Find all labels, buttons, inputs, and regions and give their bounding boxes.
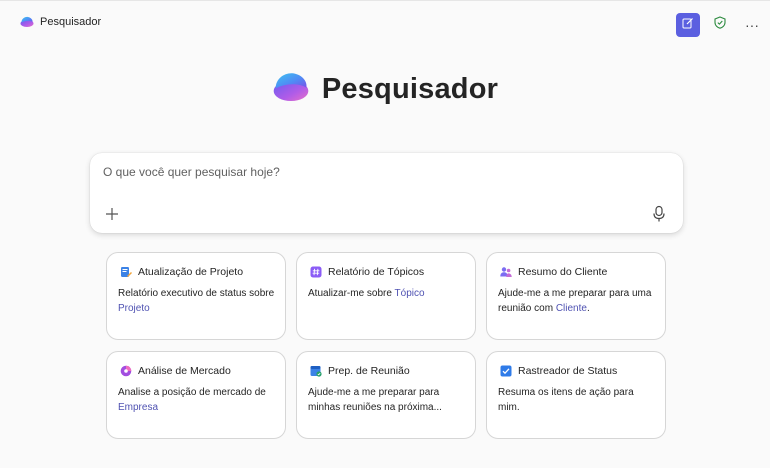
search-box [90, 153, 683, 233]
card-project-update[interactable]: Atualização de Projeto Relatório executi… [106, 252, 286, 340]
card-description: Relatório executivo de status sobre Proj… [118, 288, 275, 314]
card-title: Resumo do Cliente [518, 266, 608, 278]
brand: Pesquisador [20, 16, 101, 28]
card-meeting-prep[interactable]: Prep. de Reunião Ajude-me a me preparar … [296, 351, 476, 439]
app-name: Pesquisador [40, 16, 102, 28]
card-title: Rastreador de Status [518, 365, 618, 377]
top-bar: Pesquisador ··· [0, 1, 770, 47]
people-icon [500, 266, 512, 278]
more-options-button[interactable]: ··· [740, 13, 764, 37]
card-description: Resuma os itens de ação para mim. [498, 387, 634, 413]
new-chat-button[interactable] [676, 13, 700, 37]
plus-icon [104, 208, 120, 226]
placeholder-link: Empresa [118, 402, 159, 413]
search-input[interactable] [103, 165, 663, 179]
checkbox-icon [500, 365, 512, 377]
document-edit-icon [120, 266, 132, 278]
card-description: Ajude-me a me preparar para minhas reuni… [308, 387, 442, 413]
hero: Pesquisador [0, 71, 770, 108]
add-attachment-button[interactable] [104, 206, 120, 222]
calendar-icon [310, 365, 322, 377]
compose-icon [682, 16, 694, 34]
top-actions: ··· [676, 13, 764, 37]
hero-title: Pesquisador [321, 73, 499, 105]
card-title: Análise de Mercado [138, 365, 231, 377]
microphone-icon [651, 205, 667, 227]
placeholder-link: Tópico [394, 288, 425, 299]
card-title: Atualização de Projeto [138, 266, 244, 278]
card-market-analysis[interactable]: Análise de Mercado Analise a posição de … [106, 351, 286, 439]
card-description: Analise a posição de mercado de Empresa [118, 387, 266, 413]
card-status-tracker[interactable]: Rastreador de Status Resuma os itens de … [486, 351, 666, 439]
card-client-summary[interactable]: Resumo do Cliente Ajude-me a me preparar… [486, 252, 666, 340]
protection-shield-button[interactable] [708, 13, 732, 37]
market-icon [120, 365, 132, 377]
card-topic-report[interactable]: Relatório de Tópicos Atualizar-me sobre … [296, 252, 476, 340]
card-description: Ajude-me a me preparar para uma reunião … [498, 288, 652, 314]
placeholder-link: Cliente [555, 303, 587, 314]
card-description: Atualizar-me sobre Tópico [308, 288, 425, 299]
card-title: Relatório de Tópicos [328, 266, 425, 278]
shield-check-icon [714, 16, 726, 34]
researcher-logo-large-icon [272, 71, 310, 108]
researcher-logo-icon [20, 16, 34, 28]
placeholder-link: Projeto [118, 303, 150, 314]
more-horizontal-icon: ··· [745, 17, 759, 33]
hashtag-icon [310, 266, 322, 278]
microphone-button[interactable] [651, 205, 667, 223]
card-title: Prep. de Reunião [328, 365, 410, 377]
